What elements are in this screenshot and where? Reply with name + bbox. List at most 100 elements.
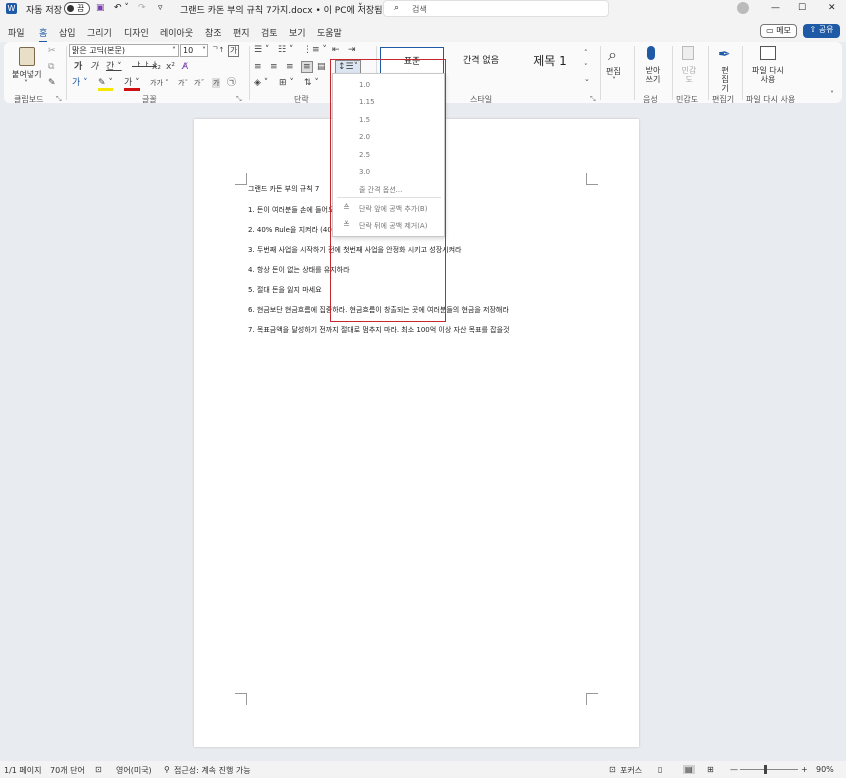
tab-home[interactable]: 홈	[39, 26, 48, 43]
reuse-files-button[interactable]: 파일 다시 사용	[750, 44, 786, 90]
enclose-char-icon[interactable]: ㉠	[227, 78, 236, 88]
tab-mailings[interactable]: 편지	[233, 26, 250, 39]
minimize-icon[interactable]: —	[771, 3, 780, 13]
multilevel-list-icon[interactable]: ⋮≡ ˅	[303, 45, 327, 55]
accessibility-status[interactable]: 접근성: 계속 진행 가능	[174, 765, 251, 776]
undo-icon[interactable]: ↶ ˅	[114, 3, 129, 13]
phonetic-icon[interactable]: 가˜	[178, 78, 188, 88]
change-case-icon[interactable]: 가	[228, 45, 240, 57]
zoom-slider-thumb[interactable]	[764, 765, 767, 774]
highlight-icon[interactable]: ✎ ˅	[98, 78, 113, 91]
share-label: 공유	[818, 25, 834, 34]
comment-icon: ▭	[766, 26, 777, 35]
bullets-icon[interactable]: ☰ ˅	[254, 45, 269, 55]
char-border-icon[interactable]: 가	[212, 78, 221, 88]
language-status[interactable]: 영어(미국)	[116, 765, 152, 776]
tab-file[interactable]: 파일	[8, 26, 25, 39]
collapse-ribbon-icon[interactable]: ˅	[830, 90, 834, 100]
edit-button[interactable]: ⌕ 편집 ˅	[604, 44, 628, 90]
page-count[interactable]: 1/1 페이지	[4, 765, 42, 776]
chevron-down-icon: ˅	[202, 46, 206, 55]
dialog-launcher-icon[interactable]: ⤡	[56, 94, 62, 104]
tab-layout[interactable]: 레이아웃	[160, 26, 193, 39]
paste-button[interactable]: 붙여넣기 ˅	[8, 44, 46, 90]
save-icon[interactable]: ▣	[96, 3, 105, 13]
redo-icon[interactable]: ↷	[138, 3, 146, 13]
memo-button[interactable]: ▭ 메모	[760, 24, 797, 38]
close-icon[interactable]: ✕	[828, 3, 836, 13]
sort-icon[interactable]: ⇅ ˅	[304, 78, 319, 88]
grow-font-icon[interactable]: ᄀ↑	[212, 45, 224, 55]
document-title[interactable]: 그랜드 카돈 부의 규칙 7가지.docx • 이 PC에 저장됨	[180, 3, 382, 16]
numbering-icon[interactable]: ☷ ˅	[278, 45, 293, 55]
zoom-level[interactable]: 90%	[816, 765, 834, 774]
print-layout-icon[interactable]: ▤	[683, 765, 695, 774]
maximize-icon[interactable]: ☐	[798, 3, 806, 13]
subscript-icon[interactable]: x₂	[152, 62, 161, 72]
dictate-button[interactable]: 받아쓰기	[638, 44, 668, 90]
distributed-icon[interactable]: ▤	[317, 62, 326, 72]
font-color-icon[interactable]: 가 ˅	[124, 78, 140, 91]
shading-icon[interactable]: ◈ ˅	[254, 78, 268, 88]
bold-icon[interactable]: 가	[74, 62, 82, 72]
avatar[interactable]	[737, 2, 749, 14]
focus-icon: ⊡	[609, 765, 616, 774]
customize-qat-icon[interactable]: ▿	[158, 3, 163, 13]
style-no-spacing[interactable]: 간격 없음	[446, 47, 516, 77]
underline-icon[interactable]: 간 ˅	[106, 62, 122, 72]
sensitivity-button[interactable]: 민감도	[676, 44, 702, 90]
word-count[interactable]: 70개 단어	[50, 765, 85, 776]
zoom-out-icon[interactable]: —	[730, 765, 738, 774]
autosave-toggle[interactable]: 끔	[64, 2, 90, 15]
text-effects-icon[interactable]: 가 ˅	[72, 78, 88, 88]
tab-review[interactable]: 검토	[261, 26, 278, 39]
font-size-combo[interactable]: 10 ˅	[180, 44, 208, 57]
document-line-5: 5. 절대 돈을 잃지 마세요	[248, 286, 322, 294]
decrease-indent-icon[interactable]: ⇤	[332, 45, 340, 55]
style-scroll-up-icon[interactable]: ˄	[584, 48, 588, 58]
focus-button[interactable]: 포커스	[620, 765, 642, 776]
style-heading-1[interactable]: 제목 1	[518, 47, 582, 77]
copy-icon[interactable]: ⧉	[48, 62, 54, 72]
web-layout-icon[interactable]: ⊞	[707, 765, 714, 774]
accessibility-icon: ⚲	[164, 765, 170, 774]
align-right-icon[interactable]: ≡	[286, 62, 294, 72]
divider	[708, 46, 709, 100]
superscript-icon[interactable]: x²	[166, 62, 175, 72]
memo-label: 메모	[776, 26, 791, 35]
format-painter-icon[interactable]: ✎	[48, 78, 56, 88]
chevron-down-icon[interactable]: ˅	[358, 3, 363, 13]
font-name-combo[interactable]: 맑은 고딕(본문) ˅	[69, 44, 179, 57]
dialog-launcher-icon[interactable]: ⤡	[590, 94, 596, 104]
char-shading-icon[interactable]: 가˝	[194, 78, 204, 88]
editor-group-label: 편집기	[712, 95, 735, 104]
char-spacing-icon[interactable]: 가가 ˅	[150, 78, 169, 88]
read-mode-icon[interactable]: ▯	[658, 765, 662, 774]
style-scroll-down-icon[interactable]: ˅	[584, 62, 588, 72]
autosave-label: 자동 저장	[26, 6, 62, 16]
dialog-launcher-icon[interactable]: ⤡	[236, 94, 242, 104]
share-button[interactable]: ⇧ 공유	[803, 24, 840, 38]
tab-references[interactable]: 참조	[205, 26, 222, 39]
justify-icon[interactable]: ≡	[301, 61, 313, 73]
tab-insert[interactable]: 삽입	[59, 26, 76, 39]
dictate-label: 받아쓰기	[645, 66, 661, 84]
cut-icon[interactable]: ✂	[48, 46, 56, 56]
editor-button[interactable]: ✒ 편집기	[712, 44, 738, 93]
search-input[interactable]: ⌕ 검색	[383, 0, 609, 17]
align-left-icon[interactable]: ≡	[254, 62, 262, 72]
increase-indent-icon[interactable]: ⇥	[348, 45, 356, 55]
align-center-icon[interactable]: ≡	[270, 62, 278, 72]
zoom-in-icon[interactable]: +	[801, 765, 808, 774]
search-placeholder: 검색	[412, 5, 427, 14]
tab-design[interactable]: 디자인	[124, 26, 149, 39]
borders-icon[interactable]: ⊞ ˅	[279, 78, 294, 88]
tab-help[interactable]: 도움말	[317, 26, 342, 39]
tab-view[interactable]: 보기	[289, 26, 306, 39]
zoom-slider[interactable]	[740, 769, 798, 770]
clear-formatting-icon[interactable]: A̸	[182, 62, 188, 72]
italic-icon[interactable]: 가	[90, 62, 98, 72]
proofing-icon[interactable]: ⊡	[95, 765, 102, 774]
style-more-icon[interactable]: ⌄	[584, 74, 590, 84]
tab-draw[interactable]: 그리기	[87, 26, 112, 39]
